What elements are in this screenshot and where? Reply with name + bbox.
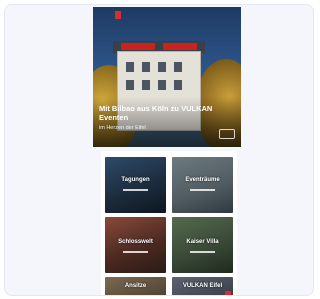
tile-label: Tagungen xyxy=(121,177,150,183)
tile-underline xyxy=(190,251,215,253)
window xyxy=(174,80,182,90)
tile-underline xyxy=(123,251,148,253)
window xyxy=(126,80,134,90)
window xyxy=(142,80,150,90)
hero-badge xyxy=(115,11,121,19)
tile-underline xyxy=(190,189,215,191)
tile-vulkan-eifel[interactable]: VULKAN Eifel xyxy=(172,277,233,295)
window xyxy=(142,62,150,72)
tile-grid: Tagungen Eventräume Schlosswelt Kaiser V… xyxy=(101,151,237,295)
tile-ansitze[interactable]: Ansitze xyxy=(105,277,166,295)
tile-kaiser-villa[interactable]: Kaiser Villa xyxy=(172,217,233,273)
hero-title: Mit Bilbao aus Köln zu VULKAN Eventen xyxy=(99,104,213,122)
tile-eventraeume[interactable]: Eventräume xyxy=(172,157,233,213)
preview-card[interactable]: Mit Bilbao aus Köln zu VULKAN Eventen im… xyxy=(4,4,314,296)
window xyxy=(126,62,134,72)
logo-icon xyxy=(219,129,235,139)
tile-label: Kaiser Villa xyxy=(186,239,219,245)
tile-tag xyxy=(225,291,231,295)
tile-schlosswelt[interactable]: Schlosswelt xyxy=(105,217,166,273)
roof-sign-left xyxy=(121,43,155,50)
tile-tagungen[interactable]: Tagungen xyxy=(105,157,166,213)
tile-label: Ansitze xyxy=(124,283,147,289)
tile-label: VULKAN Eifel xyxy=(182,283,223,289)
tile-label: Eventräume xyxy=(185,177,220,183)
hero-banner[interactable]: Mit Bilbao aus Köln zu VULKAN Eventen im… xyxy=(93,7,241,147)
tile-underline xyxy=(123,189,148,191)
window xyxy=(158,80,166,90)
window xyxy=(174,62,182,72)
window xyxy=(158,62,166,72)
hero-subtitle: im Herzen der Eifel xyxy=(99,125,146,131)
roof-sign-right xyxy=(163,43,197,50)
tile-label: Schlosswelt xyxy=(118,239,153,245)
